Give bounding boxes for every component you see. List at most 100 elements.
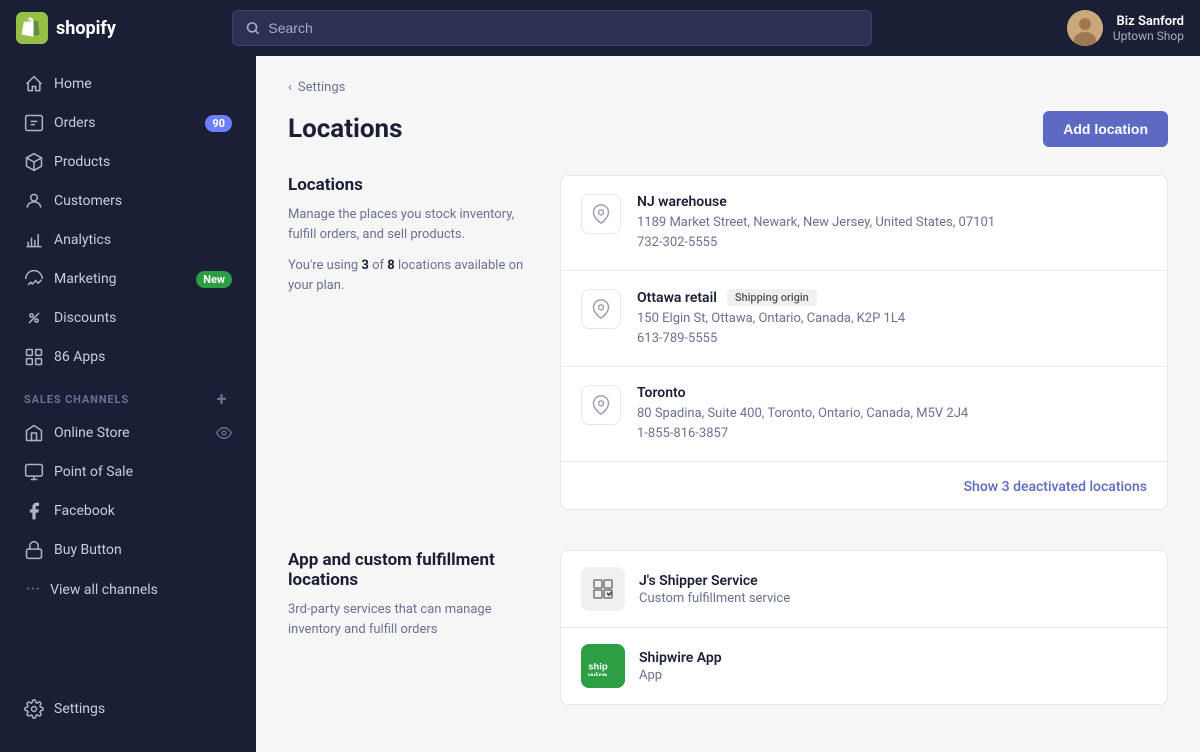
sidebar-item-home[interactable]: Home	[8, 65, 248, 103]
location-name-ottawa: Ottawa retail	[637, 290, 717, 306]
sidebar-item-online-store[interactable]: Online Store	[8, 414, 248, 452]
locations-desc: Locations Manage the places you stock in…	[288, 175, 528, 510]
shipwire-type: App	[639, 668, 722, 683]
discounts-icon	[24, 308, 44, 328]
sidebar-item-online-store-label: Online Store	[54, 425, 130, 441]
fulfillment-section: App and custom fulfillment locations 3rd…	[288, 550, 1168, 705]
location-address2-toronto: 1-855-816-3857	[637, 424, 1147, 444]
view-all-channels-label: View all channels	[50, 582, 158, 598]
location-details-nj: NJ warehouse 1189 Market Street, Newark,…	[637, 194, 1147, 252]
location-address2-nj: 732-302-5555	[637, 233, 1147, 253]
page-header: Locations Add location	[288, 111, 1168, 147]
sidebar-item-marketing[interactable]: Marketing New	[8, 260, 248, 298]
fulfillment-desc: App and custom fulfillment locations 3rd…	[288, 550, 528, 705]
map-pin-icon	[591, 204, 611, 224]
shipwire-details: Shipwire App App	[639, 650, 722, 683]
location-address1-nj: 1189 Market Street, Newark, New Jersey, …	[637, 213, 1147, 233]
sidebar-item-orders-label: Orders	[54, 115, 96, 131]
sidebar-item-view-all-channels[interactable]: ··· View all channels	[8, 570, 248, 609]
breadcrumb[interactable]: ‹ Settings	[288, 80, 1168, 95]
breadcrumb-arrow: ‹	[288, 80, 292, 95]
location-name-nj: NJ warehouse	[637, 194, 727, 210]
locations-list: NJ warehouse 1189 Market Street, Newark,…	[560, 175, 1168, 510]
deactivated-row: Show 3 deactivated locations	[561, 462, 1167, 509]
sidebar-item-pos-label: Point of Sale	[54, 464, 133, 480]
location-icon-ottawa	[581, 289, 621, 329]
ellipsis-icon: ···	[26, 579, 40, 600]
location-address1-ottawa: 150 Elgin St, Ottawa, Ontario, Canada, K…	[637, 309, 1147, 329]
search-bar[interactable]	[232, 10, 872, 46]
sidebar-item-analytics[interactable]: Analytics	[8, 221, 248, 259]
customers-icon	[24, 191, 44, 211]
sidebar-item-discounts-label: Discounts	[54, 310, 116, 326]
logo[interactable]: shopify	[16, 12, 216, 44]
topbar: shopify Biz Sanford Uptown Shop	[0, 0, 1200, 56]
user-info: Biz Sanford Uptown Shop	[1113, 14, 1184, 43]
sidebar-item-point-of-sale[interactable]: Point of Sale	[8, 453, 248, 491]
sidebar: Home Orders 90 Products Customers Analyt…	[0, 56, 256, 752]
location-name-toronto: Toronto	[637, 385, 686, 401]
analytics-icon	[24, 230, 44, 250]
sidebar-item-buy-button-label: Buy Button	[54, 542, 122, 558]
app-body: Home Orders 90 Products Customers Analyt…	[0, 56, 1200, 752]
fulfillment-heading: App and custom fulfillment locations	[288, 550, 528, 590]
orders-badge: 90	[205, 115, 232, 132]
sidebar-item-products-label: Products	[54, 154, 110, 170]
fulfillment-item-jshipper[interactable]: J's Shipper Service Custom fulfillment s…	[561, 551, 1167, 628]
show-deactivated-link[interactable]: Show 3 deactivated locations	[964, 479, 1147, 495]
location-icon-nj	[581, 194, 621, 234]
location-item-toronto[interactable]: Toronto 80 Spadina, Suite 400, Toronto, …	[561, 367, 1167, 462]
fulfillment-card: J's Shipper Service Custom fulfillment s…	[560, 550, 1168, 705]
home-icon	[24, 74, 44, 94]
svg-text:wire: wire	[587, 670, 607, 676]
locations-heading: Locations	[288, 175, 528, 195]
marketing-badge: New	[196, 271, 232, 288]
sidebar-item-settings[interactable]: Settings	[8, 690, 248, 728]
search-input[interactable]	[268, 20, 859, 36]
sidebar-item-marketing-label: Marketing	[54, 271, 117, 287]
online-store-actions	[216, 425, 232, 441]
orders-icon	[24, 113, 44, 133]
online-store-icon	[24, 423, 44, 443]
jshipper-details: J's Shipper Service Custom fulfillment s…	[639, 573, 790, 606]
location-item-nj[interactable]: NJ warehouse 1189 Market Street, Newark,…	[561, 176, 1167, 271]
user-store: Uptown Shop	[1113, 29, 1184, 43]
sidebar-item-customers[interactable]: Customers	[8, 182, 248, 220]
locations-card: NJ warehouse 1189 Market Street, Newark,…	[560, 175, 1168, 510]
fulfillment-item-shipwire[interactable]: ship wire Shipwire App App	[561, 628, 1167, 704]
shipping-badge-ottawa: Shipping origin	[727, 289, 817, 306]
add-location-button[interactable]: Add location	[1043, 111, 1168, 147]
location-name-row-toronto: Toronto	[637, 385, 1147, 401]
location-address2-ottawa: 613-789-5555	[637, 329, 1147, 349]
topbar-right: Biz Sanford Uptown Shop	[1067, 10, 1184, 46]
sidebar-item-discounts[interactable]: Discounts	[8, 299, 248, 337]
fulfillment-description: 3rd-party services that can manage inven…	[288, 600, 528, 639]
jshipper-name: J's Shipper Service	[639, 573, 790, 589]
add-channel-button[interactable]: +	[212, 389, 232, 409]
location-icon-toronto	[581, 385, 621, 425]
map-pin-icon	[591, 395, 611, 415]
sidebar-item-products[interactable]: Products	[8, 143, 248, 181]
location-item-ottawa[interactable]: Ottawa retail Shipping origin 150 Elgin …	[561, 271, 1167, 367]
eye-icon[interactable]	[216, 425, 232, 441]
main-content: ‹ Settings Locations Add location Locati…	[256, 56, 1200, 752]
sidebar-item-facebook-label: Facebook	[54, 503, 115, 519]
sidebar-item-apps-label: 86 Apps	[54, 349, 105, 365]
sidebar-item-apps[interactable]: 86 Apps	[8, 338, 248, 376]
marketing-icon	[24, 269, 44, 289]
avatar[interactable]	[1067, 10, 1103, 46]
sidebar-item-orders[interactable]: Orders 90	[8, 104, 248, 142]
sidebar-item-settings-label: Settings	[54, 701, 105, 717]
sidebar-item-analytics-label: Analytics	[54, 232, 111, 248]
location-name-row-ottawa: Ottawa retail Shipping origin	[637, 289, 1147, 306]
location-details-toronto: Toronto 80 Spadina, Suite 400, Toronto, …	[637, 385, 1147, 443]
sidebar-item-buy-button[interactable]: Buy Button	[8, 531, 248, 569]
location-name-row-nj: NJ warehouse	[637, 194, 1147, 210]
locations-usage: You're using 3 of 8 locations available …	[288, 256, 528, 295]
sidebar-item-facebook[interactable]: Facebook	[8, 492, 248, 530]
location-address1-toronto: 80 Spadina, Suite 400, Toronto, Ontario,…	[637, 404, 1147, 424]
shipwire-name: Shipwire App	[639, 650, 722, 666]
shipwire-icon: ship wire	[581, 644, 625, 688]
locations-section: Locations Manage the places you stock in…	[288, 175, 1168, 510]
map-pin-icon	[591, 299, 611, 319]
